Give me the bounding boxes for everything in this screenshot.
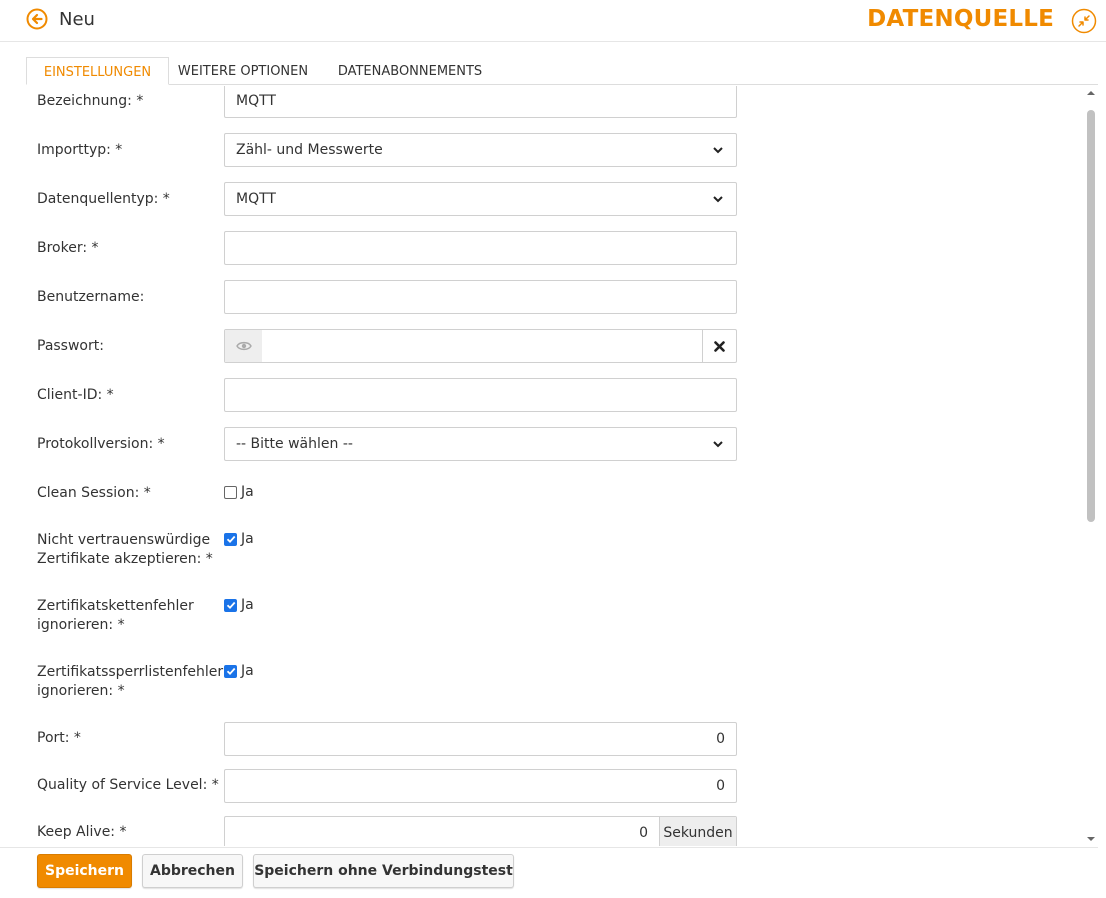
qos-value: 0 — [716, 778, 725, 794]
broker-input[interactable] — [224, 231, 737, 265]
untrusted-certs-label-line1: Nicht vertrauenswürdige — [37, 532, 211, 548]
revocation-errors-label-line2: ignorieren: * — [37, 683, 125, 699]
cancel-button[interactable]: Abbrechen — [142, 854, 243, 888]
header-bar: Neu DATENQUELLE — [0, 0, 1106, 42]
checkmark-icon — [226, 667, 235, 676]
datenquellentyp-value: MQTT — [236, 191, 276, 207]
untrusted-certs-label-line2: Zertifikate akzeptieren: * — [37, 551, 213, 567]
broker-label: Broker: * — [37, 240, 99, 256]
chevron-down-icon — [713, 147, 723, 154]
checkbox-box[interactable] — [224, 485, 237, 499]
clean-session-label: Clean Session: * — [37, 485, 151, 501]
brand-title: DATENQUELLE — [867, 6, 1054, 32]
chain-errors-option: Ja — [241, 597, 254, 613]
back-arrow-icon[interactable] — [26, 8, 48, 30]
bezeichnung-label: Bezeichnung: * — [37, 93, 144, 109]
form-scrollbar[interactable] — [1084, 86, 1098, 848]
port-input[interactable]: 0 — [224, 722, 737, 756]
importtyp-select[interactable]: Zähl- und Messwerte — [224, 133, 737, 167]
client-id-label: Client-ID: * — [37, 387, 114, 403]
importtyp-value: Zähl- und Messwerte — [236, 142, 383, 158]
port-label: Port: * — [37, 730, 81, 746]
chevron-down-icon — [713, 196, 723, 203]
tab-weitere-optionen[interactable]: WEITERE OPTIONEN — [173, 57, 313, 85]
checkmark-icon — [226, 601, 235, 610]
footer-actions: Speichern Abbrechen Speichern ohne Verbi… — [0, 847, 1098, 898]
tab-datenabonnements[interactable]: DATENABONNEMENTS — [335, 57, 485, 85]
compress-icon[interactable] — [1071, 8, 1097, 34]
untrusted-certs-label: Nicht vertrauenswürdige Zertifikate akze… — [37, 531, 213, 569]
page-title: Neu — [59, 9, 95, 30]
checkbox-box[interactable] — [224, 598, 237, 612]
chain-errors-label-line1: Zertifikatskettenfehler — [37, 598, 194, 614]
chain-errors-label-line2: ignorieren: * — [37, 617, 125, 633]
keep-alive-label: Keep Alive: * — [37, 824, 127, 840]
datenquellentyp-select[interactable]: MQTT — [224, 182, 737, 216]
show-password-toggle[interactable] — [225, 330, 262, 362]
protokollversion-select[interactable]: -- Bitte wählen -- — [224, 427, 737, 461]
qos-input[interactable]: 0 — [224, 769, 737, 803]
revocation-errors-checkbox[interactable]: Ja — [224, 663, 254, 679]
scroll-down-arrow-icon[interactable] — [1086, 834, 1096, 844]
benutzername-input[interactable] — [224, 280, 737, 314]
clean-session-option: Ja — [241, 484, 254, 500]
close-icon — [714, 340, 725, 352]
eye-icon — [235, 341, 252, 351]
checkbox-box[interactable] — [224, 664, 237, 678]
revocation-errors-label: Zertifikatssperrlistenfehler ignorieren:… — [37, 663, 223, 701]
chevron-down-icon — [713, 441, 723, 448]
untrusted-certs-checkbox[interactable]: Ja — [224, 531, 254, 547]
settings-form: Bezeichnung: * MQTT Importtyp: * Zähl- u… — [0, 86, 1080, 846]
protokollversion-label: Protokollversion: * — [37, 436, 165, 452]
scroll-up-arrow-icon[interactable] — [1086, 88, 1096, 98]
benutzername-label: Benutzername: — [37, 289, 145, 305]
clear-password-button[interactable] — [702, 330, 736, 362]
revocation-errors-label-line1: Zertifikatssperrlistenfehler — [37, 664, 224, 680]
save-button[interactable]: Speichern — [37, 854, 132, 888]
checkmark-icon — [226, 535, 235, 544]
chain-errors-checkbox[interactable]: Ja — [224, 597, 254, 613]
tab-bar: EINSTELLUNGEN WEITERE OPTIONEN DATENABON… — [26, 57, 1098, 85]
revocation-errors-option: Ja — [241, 663, 254, 679]
qos-label: Quality of Service Level: * — [37, 777, 219, 793]
keep-alive-unit: Sekunden — [659, 817, 736, 846]
passwort-label: Passwort: — [37, 338, 104, 354]
clean-session-checkbox[interactable]: Ja — [224, 484, 254, 500]
client-id-input[interactable] — [224, 378, 737, 412]
bezeichnung-input[interactable]: MQTT — [224, 86, 737, 118]
passwort-input[interactable] — [224, 329, 737, 363]
keep-alive-input[interactable]: 0 Sekunden — [224, 816, 737, 846]
tab-einstellungen[interactable]: EINSTELLUNGEN — [26, 57, 169, 85]
chain-errors-label: Zertifikatskettenfehler ignorieren: * — [37, 597, 194, 635]
importtyp-label: Importtyp: * — [37, 142, 123, 158]
scrollbar-thumb[interactable] — [1087, 110, 1095, 522]
untrusted-certs-option: Ja — [241, 531, 254, 547]
protokollversion-value: -- Bitte wählen -- — [236, 436, 353, 452]
keep-alive-value: 0 — [639, 825, 648, 841]
datenquellentyp-label: Datenquellentyp: * — [37, 191, 170, 207]
port-value: 0 — [716, 731, 725, 747]
bezeichnung-value: MQTT — [236, 93, 276, 109]
save-without-test-button[interactable]: Speichern ohne Verbindungstest — [253, 854, 514, 888]
checkbox-box[interactable] — [224, 532, 237, 546]
